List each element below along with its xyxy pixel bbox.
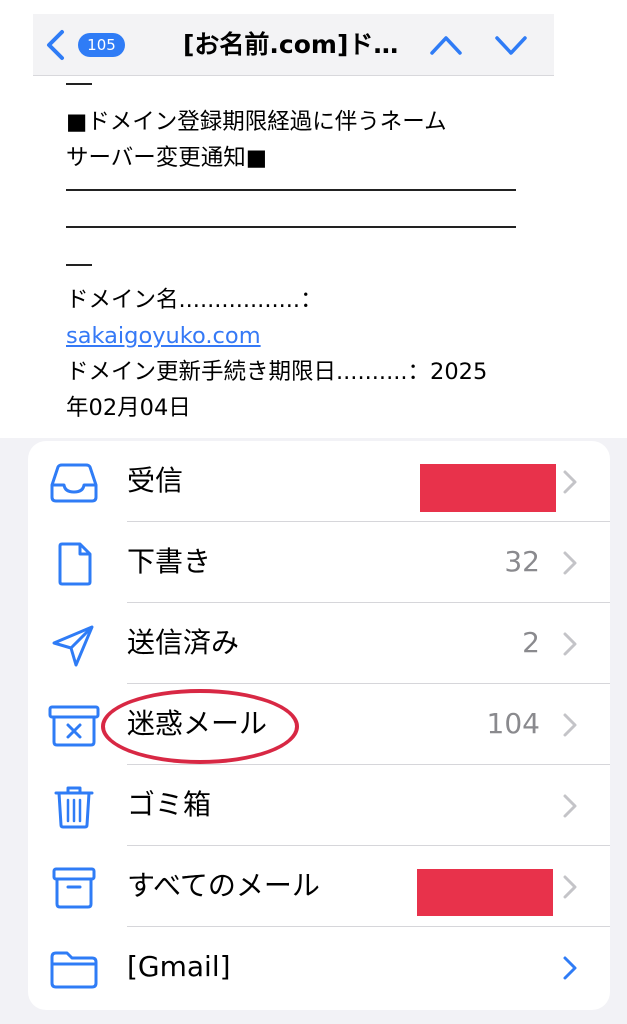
annotation-circle [101,689,299,764]
mailbox-count: 2 [522,626,540,659]
mailbox-label: 送信済み [127,626,240,659]
previous-message-icon[interactable] [428,31,464,59]
chevron-right-icon [563,551,577,575]
navigation-bar: 105 [お名前.com]ド… [33,14,554,76]
divider-rule [66,226,516,228]
back-chevron-icon[interactable] [43,29,69,61]
mailbox-row-sent[interactable]: 送信済み 2 [28,603,610,684]
document-icon [58,542,92,586]
mailbox-label: すべてのメール [127,869,320,902]
email-body: ■ドメイン登録期限経過に伴うネーム サーバー変更通知■ [66,70,536,176]
mailbox-label: ゴミ箱 [127,788,212,821]
redaction-box [417,869,553,916]
divider-rule [66,189,516,191]
chevron-right-icon [563,713,577,737]
divider-dash [66,264,92,266]
next-message-icon[interactable] [493,31,529,59]
email-line: ドメイン更新手続き期限日..........：2025 [66,359,488,385]
mailbox-count: 32 [504,545,540,578]
message-title: [お名前.com]ド… [183,30,399,59]
folder-icon [50,951,98,989]
mailbox-count: 104 [486,707,540,740]
trash-icon [54,786,94,829]
mailbox-row-drafts[interactable]: 下書き 32 [28,522,610,603]
mailbox-label: 受信 [127,464,184,497]
inbox-icon [50,463,98,503]
email-line: ■ドメイン登録期限経過に伴うネーム [66,109,447,135]
chevron-right-icon [563,875,577,899]
mailbox-label: 下書き [127,545,212,578]
email-line: サーバー変更通知■ [66,145,268,171]
redaction-box [420,464,556,512]
mailbox-label: [Gmail] [127,950,231,983]
chevron-right-icon [563,794,577,818]
junk-icon [48,705,100,747]
domain-link[interactable]: sakaigoyuko.com [66,318,536,354]
unread-count-badge[interactable]: 105 [78,33,125,57]
chevron-right-icon [563,470,577,494]
chevron-right-icon [563,956,577,980]
mailbox-row-gmail[interactable]: [Gmail] [28,927,610,1008]
email-body-details: ドメイン名.................： sakaigoyuko.com … [66,282,536,426]
email-line: ドメイン名.................： [66,287,323,313]
email-line: 年02月04日 [66,395,191,421]
archive-box-icon [52,867,96,909]
paper-plane-icon [52,625,94,667]
chevron-right-icon [563,632,577,656]
mailbox-row-trash[interactable]: ゴミ箱 [28,765,610,846]
